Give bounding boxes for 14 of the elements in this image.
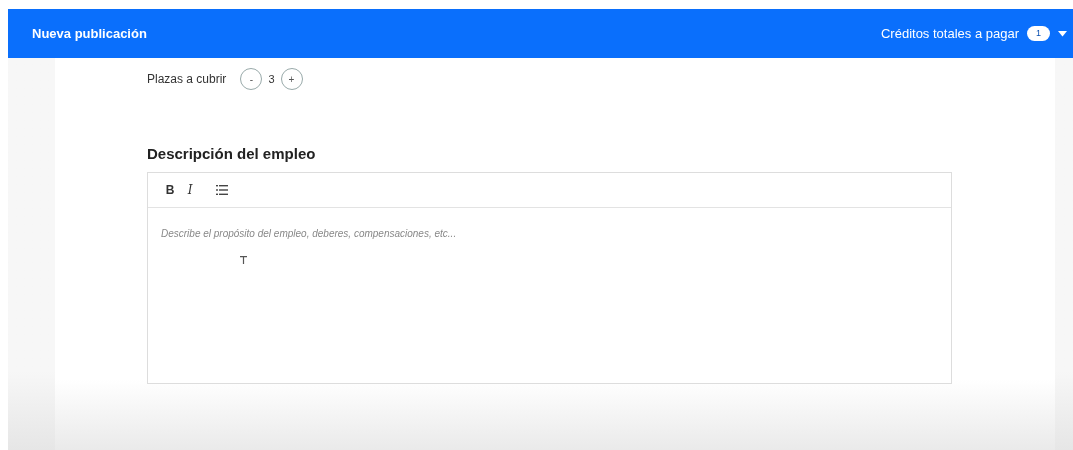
placeholder-text: Describe el propósito del empleo, deberes, compensaciones, etc... [161, 227, 457, 239]
vacancies-label: Plazas a cubrir [147, 71, 227, 88]
credits-count: 1 [1027, 25, 1050, 42]
bold-button[interactable]: B [160, 180, 180, 199]
caret-icon [1058, 30, 1067, 37]
list-icon [216, 184, 228, 195]
page-title: Nueva publicación [32, 24, 147, 43]
credits-dropdown[interactable]: Créditos totales a pagar 1 [880, 23, 1067, 44]
italic-button[interactable]: I [180, 180, 200, 199]
credits-label: Créditos totales a pagar [880, 24, 1019, 43]
section-heading: Descripción del empleo [147, 144, 317, 164]
description-field[interactable]: Describe el propósito del empleo, deberes, compensaciones, etc... [148, 207, 951, 383]
vacancies-value: 3 [268, 71, 275, 87]
text-cursor-icon [240, 255, 247, 264]
